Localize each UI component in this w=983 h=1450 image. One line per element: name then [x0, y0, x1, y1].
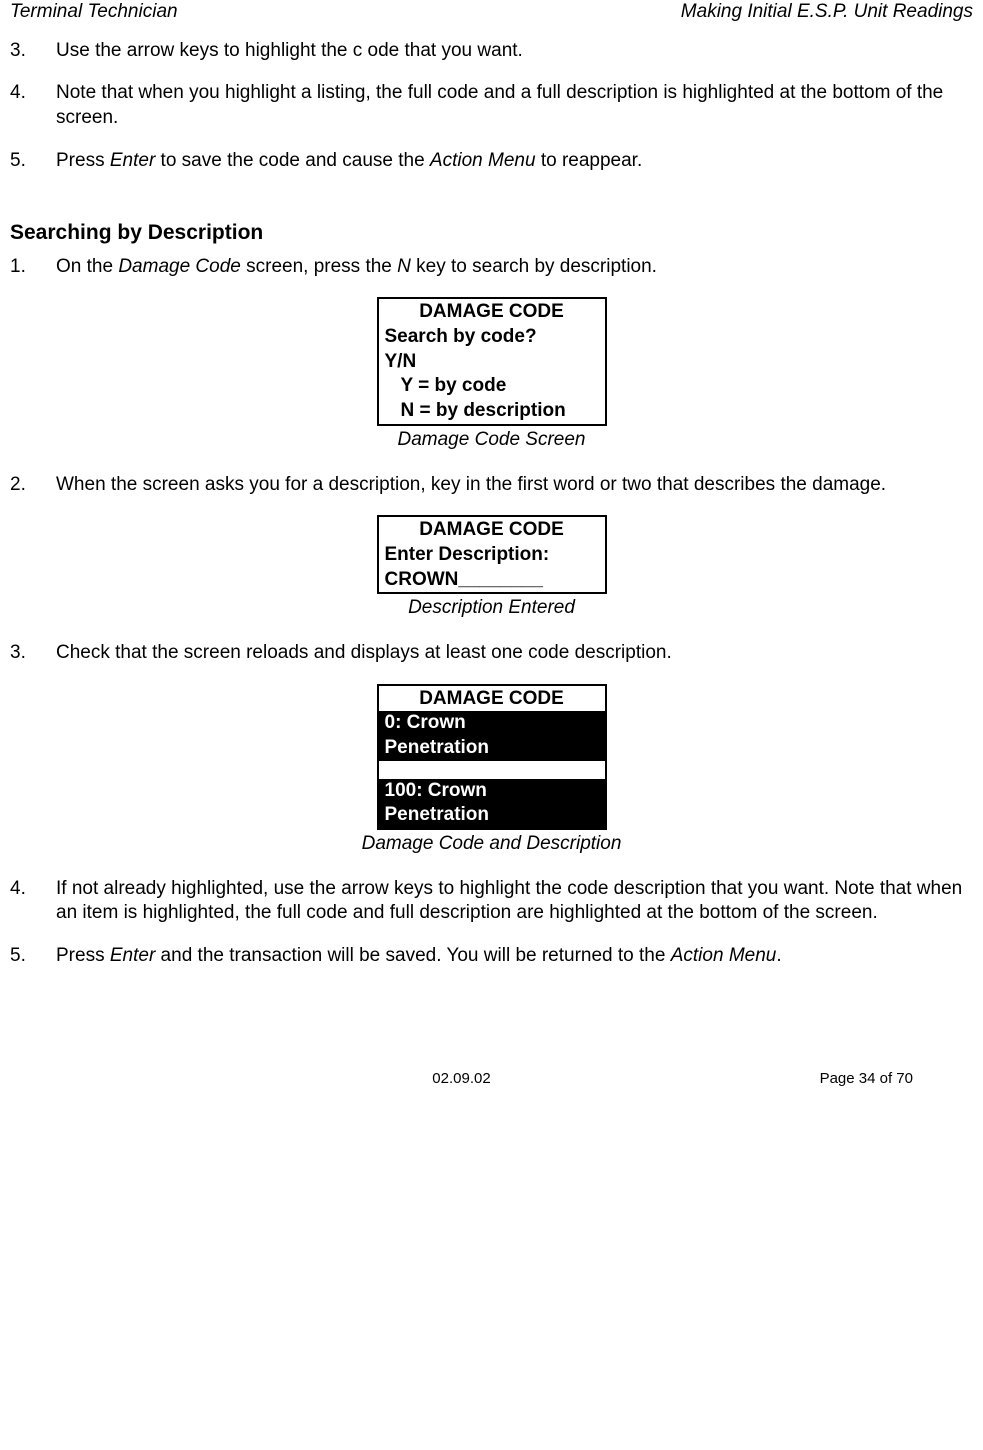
page-footer: 02.09.02 Page 34 of 70	[10, 1069, 973, 1089]
figure-caption: Description Entered	[10, 596, 973, 621]
step-text: When the screen asks you for a descripti…	[56, 473, 973, 498]
damage-code-and-description-figure: DAMAGE CODE 0: Crown Penetration 100: Cr…	[10, 684, 973, 857]
screen-row-highlighted: 100: Crown	[379, 779, 605, 804]
screen-row-highlighted: 0: Crown	[379, 711, 605, 736]
step-text: Press Enter to save the code and cause t…	[56, 149, 973, 174]
screen-title: DAMAGE CODE	[379, 517, 605, 543]
step-text: On the Damage Code screen, press the N k…	[56, 255, 973, 280]
screen-title: DAMAGE CODE	[379, 686, 605, 712]
description-entered-figure: DAMAGE CODE Enter Description: CROWN____…	[10, 515, 973, 621]
step-5: 5. Press Enter to save the code and caus…	[10, 149, 973, 174]
footer-page: Page 34 of 70	[612, 1069, 913, 1089]
figure-caption: Damage Code Screen	[10, 428, 973, 453]
screen-title: DAMAGE CODE	[379, 299, 605, 325]
damage-code-screen-figure: DAMAGE CODE Search by code? Y/N Y = by c…	[10, 297, 973, 452]
desc-step-1: 1. On the Damage Code screen, press the …	[10, 255, 973, 280]
screen-line: CROWN________	[379, 568, 605, 593]
header-left: Terminal Technician	[10, 0, 178, 25]
step-3: 3. Use the arrow keys to highlight the c…	[10, 39, 973, 64]
step-number: 4.	[10, 81, 56, 130]
step-text: Note that when you highlight a listing, …	[56, 81, 973, 130]
desc-step-4: 4. If not already highlighted, use the a…	[10, 877, 973, 926]
screen-line: Y = by code	[379, 374, 605, 399]
desc-step-5: 5. Press Enter and the transaction will …	[10, 944, 973, 969]
section-heading: Searching by Description	[10, 219, 973, 246]
screen-blank-row	[379, 761, 605, 779]
screen-box: DAMAGE CODE 0: Crown Penetration 100: Cr…	[377, 684, 607, 830]
step-number: 3.	[10, 39, 56, 64]
desc-step-3: 3. Check that the screen reloads and dis…	[10, 641, 973, 666]
screen-row-highlighted: Penetration	[379, 736, 605, 761]
screen-line: Enter Description:	[379, 543, 605, 568]
screen-line: Y/N	[379, 350, 605, 375]
screen-box: DAMAGE CODE Enter Description: CROWN____…	[377, 515, 607, 594]
step-number: 3.	[10, 641, 56, 666]
page-header: Terminal Technician Making Initial E.S.P…	[10, 0, 973, 25]
screen-box: DAMAGE CODE Search by code? Y/N Y = by c…	[377, 297, 607, 425]
step-number: 5.	[10, 944, 56, 969]
figure-caption: Damage Code and Description	[10, 832, 973, 857]
step-text: Press Enter and the transaction will be …	[56, 944, 973, 969]
step-text: If not already highlighted, use the arro…	[56, 877, 973, 926]
screen-line: Search by code?	[379, 325, 605, 350]
step-number: 4.	[10, 877, 56, 926]
step-text: Check that the screen reloads and displa…	[56, 641, 973, 666]
header-right: Making Initial E.S.P. Unit Readings	[681, 0, 973, 25]
screen-row-highlighted: Penetration	[379, 803, 605, 828]
step-text: Use the arrow keys to highlight the c od…	[56, 39, 973, 64]
step-4: 4. Note that when you highlight a listin…	[10, 81, 973, 130]
desc-step-2: 2. When the screen asks you for a descri…	[10, 473, 973, 498]
step-number: 1.	[10, 255, 56, 280]
screen-line: N = by description	[379, 399, 605, 424]
step-number: 5.	[10, 149, 56, 174]
step-number: 2.	[10, 473, 56, 498]
footer-date: 02.09.02	[311, 1069, 612, 1089]
